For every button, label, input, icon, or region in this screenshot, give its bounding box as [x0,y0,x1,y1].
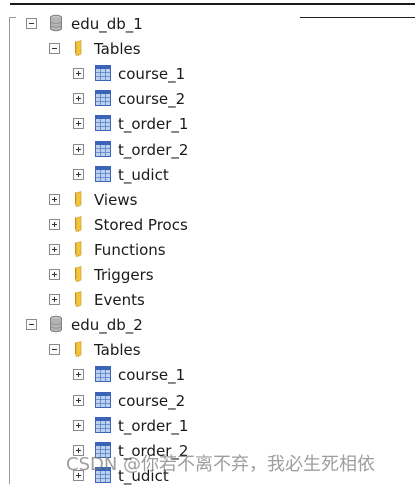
tree-item-label: t_order_2 [118,140,189,159]
tree-item-label: Views [94,190,138,209]
expand-toggle[interactable] [73,419,84,431]
expand-toggle[interactable] [49,218,60,230]
tree-item-label: t_order_1 [118,416,189,435]
tree-item-label: t_order_1 [118,115,189,134]
tree-item-label: course_2 [118,90,186,109]
expand-toggle[interactable] [73,143,84,155]
folder-icon [71,39,87,57]
tree-item-label: course_2 [118,391,186,410]
expand-toggle[interactable] [49,269,60,280]
collapse-toggle[interactable] [49,43,60,55]
expand-toggle[interactable] [73,93,84,105]
tree-item-label: edu_db_1 [71,15,143,33]
watermark: CSDN @你若不离不弃，我必生死相依 [66,454,376,475]
folder-icon [71,265,87,283]
header-separator-line [300,17,415,18]
tree-item-label: Tables [94,341,141,360]
folder-icon [71,190,87,208]
tree-item-label: course_1 [118,366,186,385]
database-icon [48,14,64,32]
table-icon [95,114,111,132]
database-icon [48,315,64,333]
folder-icon [71,290,87,308]
expand-toggle[interactable] [73,369,84,381]
tree-bracket [9,17,16,484]
expand-toggle[interactable] [73,118,84,130]
expand-toggle[interactable] [73,68,84,80]
collapse-toggle[interactable] [26,319,37,331]
table-icon [95,140,111,158]
expand-toggle[interactable] [49,294,60,306]
tree-item-label: course_1 [118,65,186,84]
tree-item-label: Triggers [94,266,154,284]
table-icon [95,165,111,183]
collapse-toggle[interactable] [26,18,37,29]
table-icon [95,89,111,107]
table-icon [95,416,111,434]
tree-item-label: Events [94,291,145,310]
table-icon [95,391,111,409]
top-border-line [10,3,415,5]
expand-toggle[interactable] [73,168,84,180]
expand-toggle[interactable] [49,193,60,205]
tree-item-label: Tables [94,40,141,59]
tree-item-label: Functions [94,240,166,259]
tree-item-label: Stored Procs [94,215,188,234]
folder-icon [71,240,87,258]
table-icon [95,365,111,383]
folder-icon [71,340,87,358]
tree-item-label: t_udict [118,165,169,184]
table-icon [95,64,111,82]
tree-item-label: edu_db_2 [71,316,143,335]
expand-toggle[interactable] [49,243,60,255]
collapse-toggle[interactable] [49,344,60,356]
folder-icon [71,215,87,233]
expand-toggle[interactable] [73,394,84,406]
